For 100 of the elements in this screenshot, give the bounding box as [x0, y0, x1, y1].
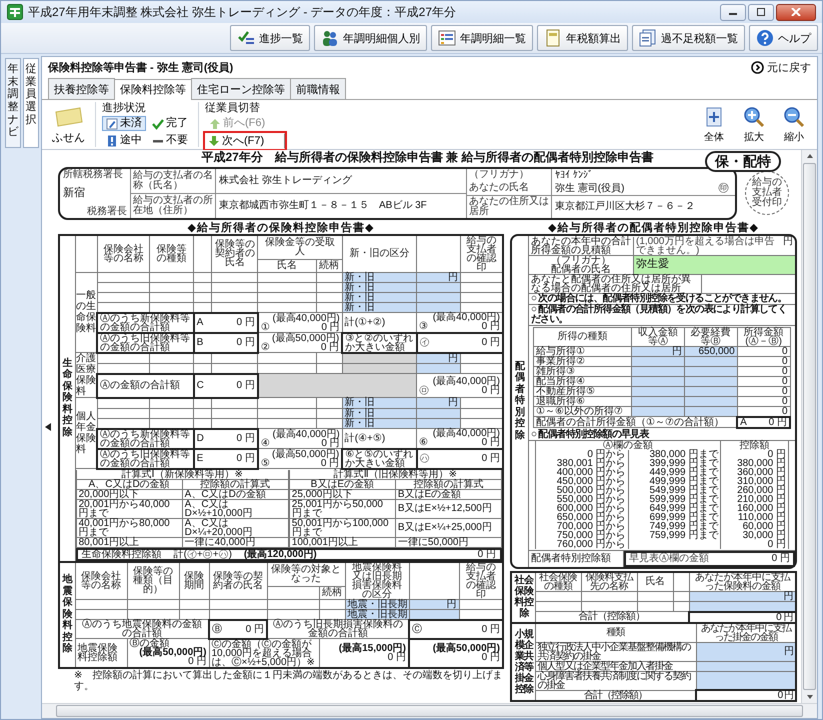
tab[interactable]: 保険料控除等	[114, 79, 192, 100]
toolbar-button[interactable]: 過不足税額一覧	[632, 25, 745, 51]
field-label: （フリガナ）	[550, 256, 612, 264]
column-header: 保険期間	[179, 562, 209, 599]
field-label: （フリガナ）	[467, 168, 552, 182]
amount-input[interactable]: 円	[632, 346, 684, 356]
status-button[interactable]: 不要	[148, 133, 192, 148]
alert-icon	[106, 134, 118, 146]
navigation-button[interactable]: 次へ(F7)	[205, 133, 285, 149]
column-header: 保険等の契約者の氏名	[209, 562, 267, 599]
status-button[interactable]: 未済	[102, 116, 146, 131]
minimize-button[interactable]	[720, 4, 746, 20]
amount-input[interactable]: 円	[416, 272, 461, 282]
amount-input[interactable]: 円	[689, 591, 796, 601]
category-cell[interactable]: 新・旧	[342, 408, 417, 418]
view-button[interactable]: 拡大	[737, 102, 771, 147]
horizontal-scrollbar[interactable]	[42, 703, 817, 718]
toolbar-button[interactable]: 年調明細個人別	[314, 25, 427, 51]
table-cell: A、C又はD×½+10,000円	[182, 499, 288, 518]
field-label: あなたの本年中の合計所得金額の見積額	[529, 236, 634, 254]
sum-label: 計(①+②)	[342, 312, 417, 332]
amount-value: 0 円	[772, 554, 790, 564]
spouse-name-field[interactable]: 弥生愛	[634, 256, 795, 274]
table-cell: 500,000 円から	[536, 486, 628, 494]
tab[interactable]: 扶養控除等	[48, 78, 115, 99]
view-button[interactable]: 縮小	[777, 102, 811, 147]
table-cell: 549,999 円まで	[628, 486, 721, 494]
back-link[interactable]: 元に戻す	[751, 60, 811, 74]
close-button[interactable]	[776, 4, 816, 20]
subtotal-label: Ⓐのうち新保険料等の金額の合計額	[97, 428, 194, 448]
status-button[interactable]: 完了	[148, 116, 192, 131]
pencil-icon	[106, 118, 118, 130]
amount-input[interactable]: 円	[696, 642, 796, 661]
subtotal-letter: D	[196, 434, 204, 443]
field-value: 東京都江戸川区大杉７－６－２	[554, 200, 696, 214]
tab[interactable]: 前職情報	[290, 78, 346, 99]
category-cell[interactable]: 地震・旧長期	[345, 599, 409, 609]
row-label: 心身障害者扶養共済制度に関する契約の掛金	[535, 671, 696, 690]
toolbar-button[interactable]: 年税額算出	[537, 25, 628, 51]
table-cell: 20,000円以下	[76, 489, 182, 499]
table-cell: A、C又はD×¼+20,000円	[182, 518, 288, 537]
table-cell: A、C又はDの金額	[182, 489, 288, 499]
amount-input[interactable]: 円	[416, 398, 461, 408]
status-button[interactable]: 途中	[102, 133, 146, 148]
row-label: 個人型又は企業型年金加入者掛金	[535, 661, 696, 671]
section-label: 生命保険料控除	[62, 358, 72, 438]
form-type-badge: 保・配特	[705, 151, 781, 172]
column-header: B又はEの金額	[289, 479, 396, 489]
category-cell[interactable]: 新・旧	[342, 282, 417, 292]
category-cell[interactable]: 新・旧	[342, 302, 417, 312]
maximize-button[interactable]	[748, 4, 774, 20]
sum-label: Ⓐのうち地震保険料の金額の合計額	[75, 620, 209, 638]
field-value: 株式会社 弥生トレーディング	[218, 174, 353, 188]
table-cell: 40,001円から80,000円まで	[76, 518, 182, 537]
amount-value: 0 円	[320, 342, 340, 352]
table-cell: B又はEの金額	[395, 489, 502, 499]
footnote: ※ 控除額の計算において算出した金額に１円未満の端数があるときは、その端数を切り上げます。	[73, 668, 504, 692]
table-cell: 750,000 円から	[536, 530, 628, 540]
view-button[interactable]: 全体	[697, 102, 731, 147]
app-icon	[7, 4, 23, 20]
field-value: ﾔﾖｲ ｹﾝｼﾞ	[554, 168, 594, 182]
column-header: 所得の種類	[534, 327, 632, 346]
receipt-stamp-circle: 給与の支払者受付印	[745, 171, 789, 215]
tab[interactable]: 住宅ローン控除等	[191, 78, 291, 99]
category-cell[interactable]: 新・旧	[342, 272, 417, 282]
table-cell: 760,000 円から	[536, 540, 628, 548]
sticky-note-button[interactable]: ふせん	[48, 102, 89, 147]
column-header: 必要経費等Ⓑ	[684, 327, 738, 346]
amount-value: 0	[737, 376, 790, 386]
subtotal-label: Ⓐの金額の合計額	[97, 374, 194, 398]
column-header: 種類	[535, 622, 696, 642]
side-tab[interactable]: 年末調整ナビ	[5, 58, 21, 148]
category-cell[interactable]: 新・旧	[342, 418, 417, 428]
toolbar-button[interactable]: 進捗一覧	[230, 25, 310, 51]
field-note: 早見表Ⓐ欄の金額	[629, 554, 709, 564]
toolbar-button[interactable]: ヘルプ	[749, 25, 818, 51]
amount-value: 0 円	[482, 338, 500, 347]
category-cell[interactable]: 新・旧	[342, 292, 417, 302]
amount-value: 0 円	[320, 458, 340, 468]
field-value: 東京都城西市弥生町１－８－１５ ABビル 3F	[218, 198, 428, 213]
category-cell[interactable]: 地震・旧長期	[345, 609, 409, 620]
deduction-label: 配偶者特別控除額	[529, 550, 624, 566]
table-cell: 0 円	[720, 540, 788, 548]
column-header: 保険金等の受取人	[258, 234, 342, 260]
toolbar-button[interactable]: 年調明細一覧	[431, 25, 533, 51]
table-cell: 一律に50,000円	[395, 537, 502, 547]
side-tab[interactable]: 従業員選択	[23, 58, 39, 148]
table-cell: 160,000 円	[720, 504, 788, 512]
maximum-note: (最高40,000円)	[272, 430, 340, 438]
formula-title: 計算式Ⅱ（旧保険料等用）※	[289, 470, 502, 479]
maximum-note: (最高120,000円)	[244, 550, 317, 558]
category-cell[interactable]: 新・旧	[342, 398, 417, 408]
amount-input[interactable]: 円	[409, 599, 459, 609]
table-cell: 20,001円から40,000円まで	[76, 499, 182, 518]
table-cell: B又はE×½+12,500円	[395, 499, 502, 518]
amount-value: 0 円	[768, 418, 787, 426]
vertical-scrollbar[interactable]	[801, 150, 817, 703]
formula-title: 計算式Ⅰ（新保険料等用）※	[76, 470, 288, 479]
subtotal-label: Ⓐのうち旧保険料等の金額の合計額	[97, 448, 194, 468]
maximum-note: (最高40,000円)	[432, 376, 500, 386]
